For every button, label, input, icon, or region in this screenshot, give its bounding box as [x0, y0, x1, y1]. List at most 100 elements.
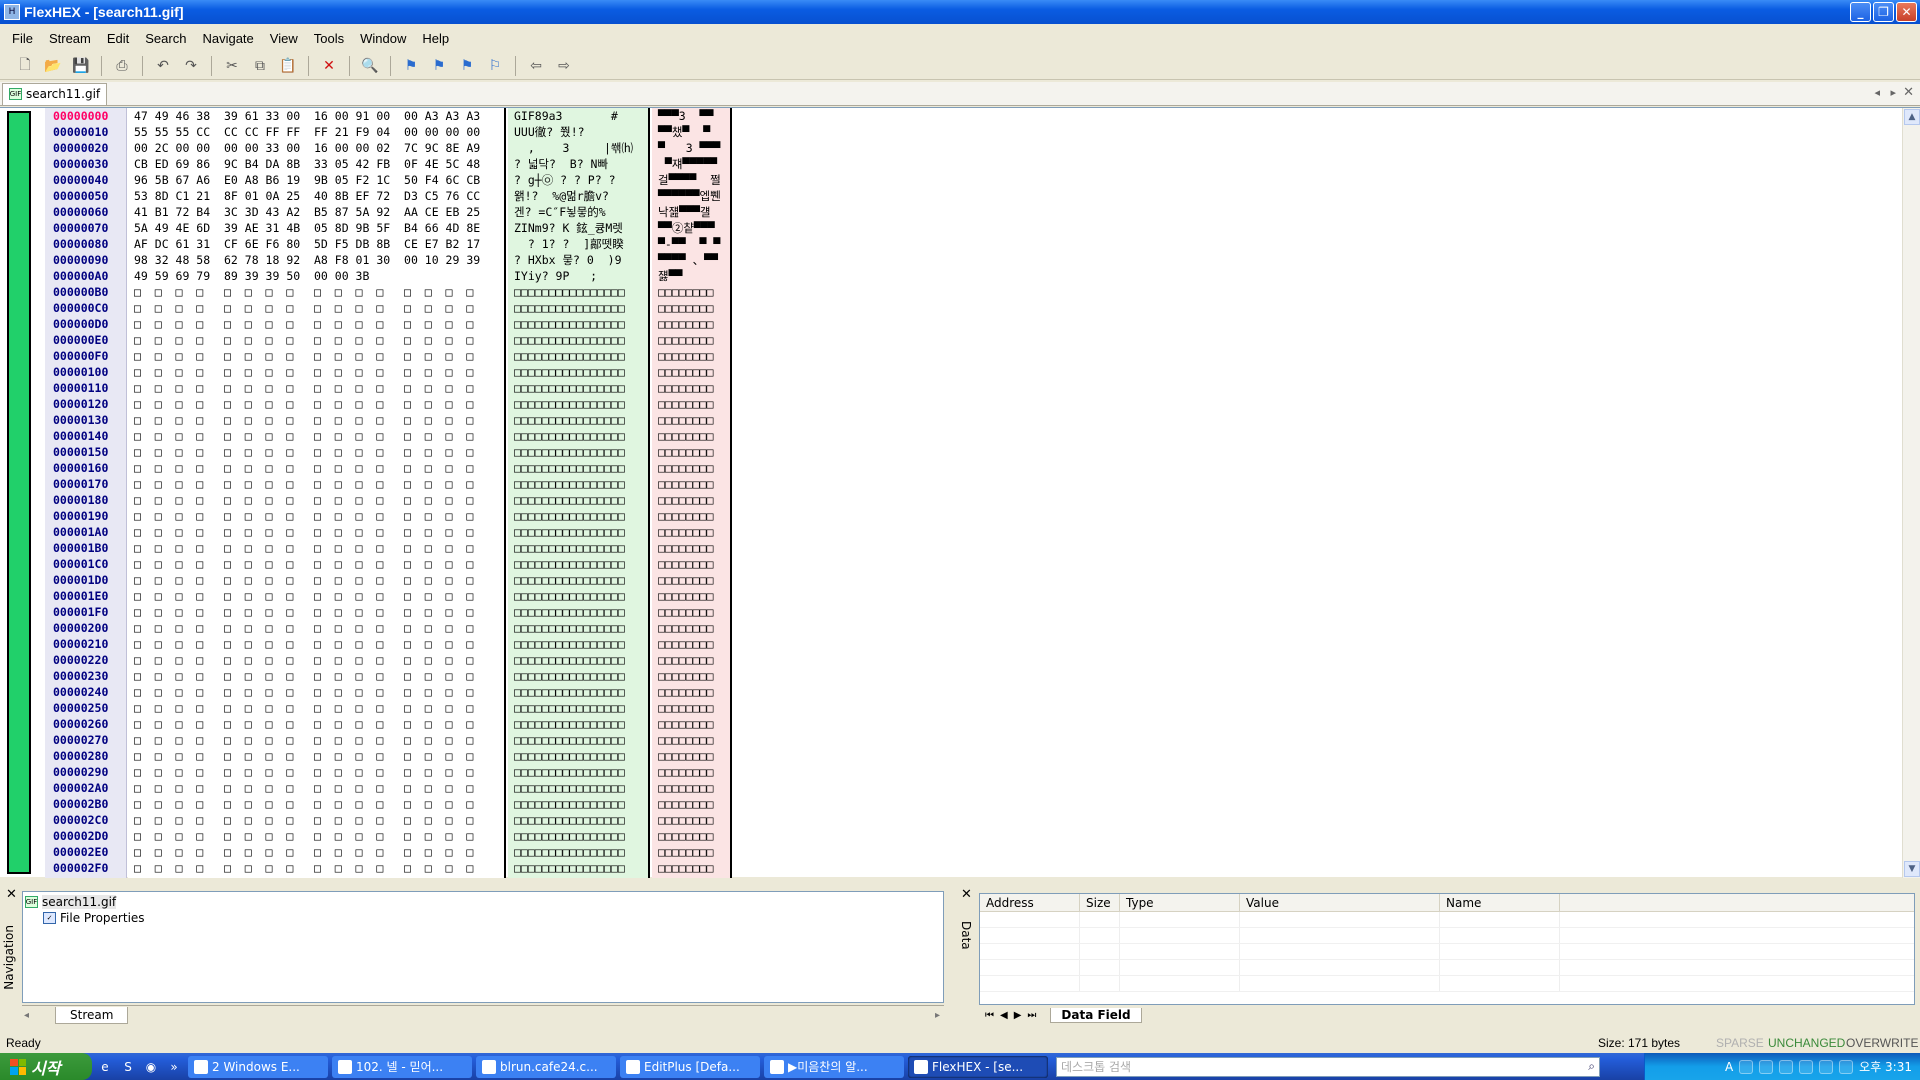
quicklaunch-skype-icon[interactable]: S — [118, 1057, 138, 1077]
ascii-row[interactable]: □□□□□□□□□□□□□□□□ — [508, 684, 648, 700]
menu-help[interactable]: Help — [422, 31, 449, 46]
table-row[interactable] — [980, 912, 1914, 928]
unicode-row[interactable]: □□□□□□□□ — [652, 796, 730, 812]
last-record-icon[interactable]: ⏭ — [1027, 1010, 1036, 1021]
ascii-row[interactable]: □□□□□□□□□□□□□□□□ — [508, 588, 648, 604]
column-address[interactable]: Address — [980, 894, 1080, 911]
clock[interactable]: 오후 3:31 — [1859, 1058, 1912, 1075]
ascii-row[interactable]: ? g┼㉧ ? ? P? ? — [508, 172, 648, 188]
hex-row[interactable]: □ □ □ □ □ □ □ □ □ □ □ □ □ □ □ □ — [128, 732, 504, 748]
hex-row[interactable]: □ □ □ □ □ □ □ □ □ □ □ □ □ □ □ □ — [128, 316, 504, 332]
title-bar[interactable]: H FlexHEX - [search11.gif] _ ❐ ✕ — [0, 0, 1920, 24]
ascii-row[interactable]: ? HXbx 뭏? 0 )9 — [508, 252, 648, 268]
hex-row[interactable]: □ □ □ □ □ □ □ □ □ □ □ □ □ □ □ □ — [128, 540, 504, 556]
tab-scroll-right-icon[interactable]: ▸ — [1890, 86, 1896, 99]
unicode-row[interactable]: ▀-▀▀ ▀ ▀ — [652, 236, 730, 252]
hex-row[interactable]: 49 59 69 79 89 39 39 50 00 00 3B — [128, 268, 504, 284]
unicode-row[interactable]: □□□□□□□□ — [652, 316, 730, 332]
ascii-row[interactable]: 겐? =C″F뇧뭏的% — [508, 204, 648, 220]
print-icon[interactable]: ⎙ — [111, 55, 133, 77]
ascii-row[interactable]: □□□□□□□□□□□□□□□□ — [508, 492, 648, 508]
unicode-row[interactable]: 낙쟲▀▀▀걜 — [652, 204, 730, 220]
hex-row[interactable]: □ □ □ □ □ □ □ □ □ □ □ □ □ □ □ □ — [128, 588, 504, 604]
new-icon[interactable]: 🗋 — [14, 55, 36, 77]
ascii-row[interactable]: , 3 |쐒⒣ — [508, 140, 648, 156]
ascii-row[interactable]: □□□□□□□□□□□□□□□□ — [508, 732, 648, 748]
ascii-row[interactable]: □□□□□□□□□□□□□□□□ — [508, 460, 648, 476]
unicode-row[interactable]: □□□□□□□□ — [652, 652, 730, 668]
ascii-row[interactable]: □□□□□□□□□□□□□□□□ — [508, 796, 648, 812]
ascii-row[interactable]: □□□□□□□□□□□□□□□□ — [508, 668, 648, 684]
unicode-row[interactable]: □□□□□□□□ — [652, 684, 730, 700]
desktop-search-input[interactable]: 데스크톱 검색 ⌕ — [1056, 1056, 1600, 1077]
ascii-row[interactable]: □□□□□□□□□□□□□□□□ — [508, 604, 648, 620]
ascii-row[interactable]: □□□□□□□□□□□□□□□□ — [508, 860, 648, 876]
hex-row[interactable]: 47 49 46 38 39 61 33 00 16 00 91 00 00 A… — [128, 108, 504, 124]
hex-row[interactable]: □ □ □ □ □ □ □ □ □ □ □ □ □ □ □ □ — [128, 380, 504, 396]
ascii-row[interactable]: □□□□□□□□□□□□□□□□ — [508, 508, 648, 524]
unicode-row[interactable]: □□□□□□□□ — [652, 732, 730, 748]
hex-row[interactable]: □ □ □ □ □ □ □ □ □ □ □ □ □ □ □ □ — [128, 812, 504, 828]
hex-row[interactable]: □ □ □ □ □ □ □ □ □ □ □ □ □ □ □ □ — [128, 684, 504, 700]
ascii-row[interactable]: □□□□□□□□□□□□□□□□ — [508, 812, 648, 828]
unicode-row[interactable]: □□□□□□□□ — [652, 556, 730, 572]
hex-column[interactable]: 47 49 46 38 39 61 33 00 16 00 91 00 00 A… — [128, 108, 506, 878]
unicode-row[interactable]: □□□□□□□□ — [652, 284, 730, 300]
hex-row[interactable]: 53 8D C1 21 8F 01 0A 25 40 8B EF 72 D3 C… — [128, 188, 504, 204]
unicode-row[interactable]: ▀▀▀▀ 、▀▀ — [652, 252, 730, 268]
ascii-row[interactable]: □□□□□□□□□□□□□□□□ — [508, 828, 648, 844]
unicode-row[interactable]: □□□□□□□□ — [652, 332, 730, 348]
ascii-row[interactable]: □□□□□□□□□□□□□□□□ — [508, 332, 648, 348]
hex-row[interactable]: 55 55 55 CC CC CC FF FF FF 21 F9 04 00 0… — [128, 124, 504, 140]
file-map-bar[interactable] — [7, 111, 31, 874]
ascii-row[interactable]: □□□□□□□□□□□□□□□□ — [508, 844, 648, 860]
unicode-row[interactable]: □□□□□□□□ — [652, 300, 730, 316]
table-row[interactable] — [980, 976, 1914, 992]
back-icon[interactable]: ⇦ — [525, 55, 547, 77]
unicode-row[interactable]: □□□□□□□□ — [652, 540, 730, 556]
bookmark-icon[interactable]: ⚑ — [400, 55, 422, 77]
vertical-scrollbar[interactable]: ▲ ▼ — [1902, 108, 1920, 878]
menu-edit[interactable]: Edit — [107, 31, 129, 46]
unicode-row[interactable]: □□□□□□□□ — [652, 476, 730, 492]
taskbar-button[interactable]: 2 Windows E... — [188, 1055, 328, 1078]
menu-view[interactable]: View — [270, 31, 298, 46]
hex-editor[interactable]: 00000000 00000010 00000020 00000030 00000040… — [0, 107, 1920, 878]
unicode-row[interactable]: □□□□□□□□ — [652, 508, 730, 524]
table-row[interactable] — [980, 960, 1914, 976]
hex-row[interactable]: 98 32 48 58 62 78 18 92 A8 F8 01 30 00 1… — [128, 252, 504, 268]
ascii-row[interactable]: □□□□□□□□□□□□□□□□ — [508, 444, 648, 460]
ascii-row[interactable]: □□□□□□□□□□□□□□□□ — [508, 428, 648, 444]
ascii-row[interactable]: ZINm9? K 鉉_큥M렛 — [508, 220, 648, 236]
table-row[interactable] — [980, 944, 1914, 960]
hex-row[interactable]: □ □ □ □ □ □ □ □ □ □ □ □ □ □ □ □ — [128, 828, 504, 844]
hex-row[interactable]: □ □ □ □ □ □ □ □ □ □ □ □ □ □ □ □ — [128, 508, 504, 524]
tab-scroll-left-icon[interactable]: ◂ — [1874, 86, 1880, 99]
hex-row[interactable]: □ □ □ □ □ □ □ □ □ □ □ □ □ □ □ □ — [128, 492, 504, 508]
hex-row[interactable]: □ □ □ □ □ □ □ □ □ □ □ □ □ □ □ □ — [128, 524, 504, 540]
ascii-row[interactable]: □□□□□□□□□□□□□□□□ — [508, 748, 648, 764]
taskbar-button[interactable]: 102. 넬 - 믿어... — [332, 1055, 472, 1078]
ascii-row[interactable]: □□□□□□□□□□□□□□□□ — [508, 412, 648, 428]
hex-row[interactable]: □ □ □ □ □ □ □ □ □ □ □ □ □ □ □ □ — [128, 412, 504, 428]
taskbar-button[interactable]: ▶미음찬의 알... — [764, 1055, 904, 1078]
ascii-row[interactable]: □□□□□□□□□□□□□□□□ — [508, 476, 648, 492]
ascii-column[interactable]: GIF89a3 # UUU徹? 쭸!? , 3 |쐒⒣? 넓닥? B? N빠? g… — [508, 108, 650, 878]
ascii-row[interactable]: □□□□□□□□□□□□□□□□ — [508, 364, 648, 380]
hex-row[interactable]: □ □ □ □ □ □ □ □ □ □ □ □ □ □ □ □ — [128, 796, 504, 812]
unicode-row[interactable]: □□□□□□□□ — [652, 588, 730, 604]
menu-tools[interactable]: Tools — [314, 31, 344, 46]
column-type[interactable]: Type — [1120, 894, 1240, 911]
hex-row[interactable]: □ □ □ □ □ □ □ □ □ □ □ □ □ □ □ □ — [128, 300, 504, 316]
data-field-table[interactable]: Address Size Type Value Name — [979, 893, 1915, 1005]
column-size[interactable]: Size — [1080, 894, 1120, 911]
ascii-row[interactable]: □□□□□□□□□□□□□□□□ — [508, 396, 648, 412]
next-record-icon[interactable]: ▶ — [1014, 1010, 1022, 1021]
unicode-row[interactable]: □□□□□□□□ — [652, 412, 730, 428]
menu-file[interactable]: File — [12, 31, 33, 46]
bookmark-prev-icon[interactable]: ⚑ — [428, 55, 450, 77]
unicode-row[interactable]: □□□□□□□□ — [652, 844, 730, 860]
paste-icon[interactable]: 📋 — [277, 55, 299, 77]
taskbar-button[interactable]: blrun.cafe24.c... — [476, 1055, 616, 1078]
forward-icon[interactable]: ⇨ — [553, 55, 575, 77]
